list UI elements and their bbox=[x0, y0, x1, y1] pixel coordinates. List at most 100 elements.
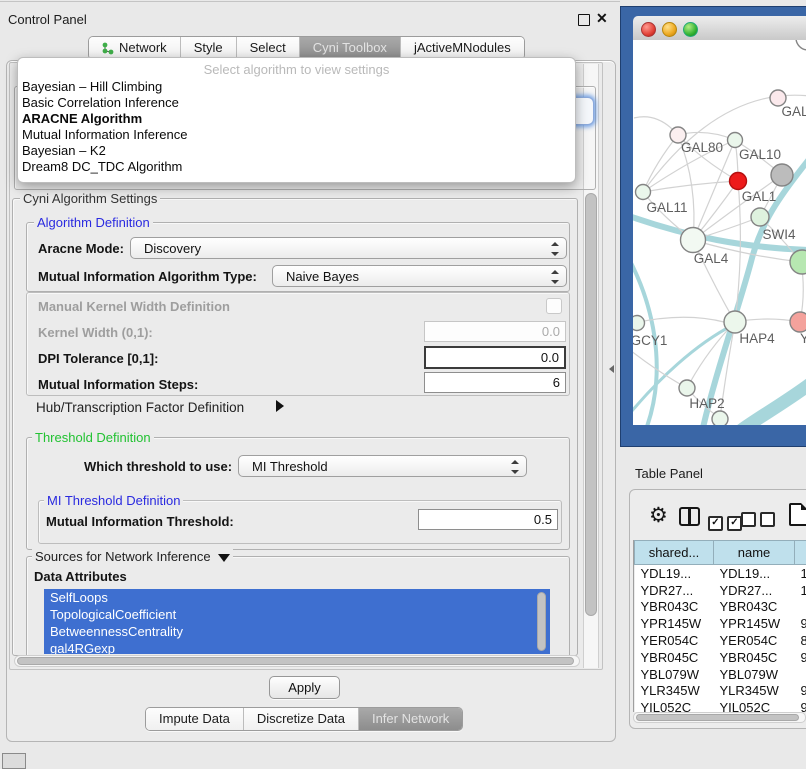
tab-select[interactable]: Select bbox=[236, 37, 299, 59]
tab-network[interactable]: Network bbox=[89, 37, 180, 59]
column-header[interactable] bbox=[795, 541, 806, 565]
column-header[interactable]: name bbox=[714, 541, 795, 565]
zoom-window-icon[interactable] bbox=[683, 22, 698, 37]
algorithm-option[interactable]: Mutual Information Inference bbox=[18, 127, 575, 143]
folded-corner bbox=[801, 503, 806, 510]
tab-infer-network[interactable]: Infer Network bbox=[358, 708, 462, 730]
table-cell: 9. bbox=[795, 615, 806, 632]
algorithm-option[interactable]: ARACNE Algorithm bbox=[18, 111, 575, 127]
table-cell: YBL079W bbox=[714, 666, 795, 683]
attribute-list-scrollbar[interactable] bbox=[537, 592, 546, 651]
network-node-gal11[interactable] bbox=[636, 185, 651, 200]
table-row[interactable]: YIL052CYIL052C9. bbox=[635, 699, 806, 712]
table-cell: 9. bbox=[795, 649, 806, 666]
data-attribute-item[interactable]: gal4RGexp bbox=[44, 640, 550, 654]
close-panel-icon[interactable]: ✕ bbox=[596, 10, 608, 27]
close-window-icon[interactable] bbox=[641, 22, 656, 37]
network-window-titlebar[interactable] bbox=[633, 16, 806, 41]
settings-vscroll-thumb[interactable] bbox=[585, 193, 597, 616]
dpi-tolerance-field[interactable]: 0.0 bbox=[424, 346, 566, 369]
mi-threshold-value: 0.5 bbox=[534, 512, 552, 527]
network-node-y[interactable] bbox=[790, 312, 806, 332]
float-panel-icon[interactable] bbox=[578, 14, 590, 26]
mi-threshold-label: Mutual Information Threshold: bbox=[46, 514, 234, 529]
dpi-tolerance-value: 0.0 bbox=[541, 350, 559, 365]
settings-hscroll-thumb[interactable] bbox=[17, 657, 574, 665]
mi-steps-value: 6 bbox=[553, 375, 560, 390]
hub-definition-expander[interactable]: Hub/Transcription Factor Definition bbox=[36, 400, 244, 415]
table-hscroll-thumb[interactable] bbox=[636, 714, 799, 721]
aracne-mode-combo[interactable]: Discovery bbox=[130, 237, 567, 259]
kernel-width-field[interactable]: 0.0 bbox=[424, 321, 566, 342]
network-node-gal10[interactable] bbox=[728, 133, 743, 148]
table-cell: 13 bbox=[795, 565, 806, 582]
node-label: GAL10 bbox=[739, 147, 781, 162]
gear-icon[interactable]: ⚙ bbox=[649, 503, 668, 528]
table-cell: YBR043C bbox=[714, 599, 795, 616]
combo-arrows-icon bbox=[551, 242, 559, 256]
manual-kernel-checkbox[interactable] bbox=[546, 298, 562, 314]
network-node-gcy1[interactable] bbox=[633, 316, 645, 331]
minimize-window-icon[interactable] bbox=[662, 22, 677, 37]
minimized-panel-grip[interactable] bbox=[2, 753, 26, 769]
threshold-definition-title: Threshold Definition bbox=[32, 430, 154, 445]
column-header[interactable]: shared... bbox=[635, 541, 714, 565]
data-attribute-item[interactable]: TopologicalCoefficient bbox=[44, 606, 550, 623]
table-row[interactable]: YBR045CYBR045C9. bbox=[635, 649, 806, 666]
expander-arrow-down-icon[interactable] bbox=[218, 554, 230, 562]
mi-steps-field[interactable]: 6 bbox=[424, 372, 566, 393]
table-row[interactable]: YLR345WYLR345W9. bbox=[635, 683, 806, 700]
table-row[interactable]: YBL079WYBL079W bbox=[635, 666, 806, 683]
column-divider bbox=[688, 509, 691, 524]
table-row[interactable]: YDL19...YDL19...13 bbox=[635, 565, 806, 582]
node-label: GAL11 bbox=[646, 200, 687, 215]
network-canvas[interactable]: GALGAL80GAL10GAL1GAL11SWI4GAL4GCY1HAP4YH… bbox=[633, 40, 806, 425]
table-row[interactable]: YDR27...YDR27...12 bbox=[635, 582, 806, 599]
tab-style[interactable]: Style bbox=[180, 37, 236, 59]
new-table-file-icon[interactable] bbox=[789, 503, 806, 526]
bottom-tabs: Impute Data Discretize DataInfer Network bbox=[145, 707, 463, 731]
network-node[interactable] bbox=[790, 250, 806, 274]
tab-jactivemnodules[interactable]: jActiveMNodules bbox=[400, 37, 524, 59]
algorithm-option[interactable]: Dream8 DC_TDC Algorithm bbox=[18, 159, 575, 175]
algorithm-option[interactable]: Basic Correlation Inference bbox=[18, 95, 575, 111]
network-node[interactable] bbox=[771, 164, 793, 186]
network-node[interactable] bbox=[796, 40, 806, 50]
tab-label: jActiveMNodules bbox=[414, 37, 511, 59]
table-row[interactable]: YPR145WYPR145W9. bbox=[635, 615, 806, 632]
table-cell bbox=[795, 599, 806, 616]
table-cell: 9. bbox=[795, 683, 806, 700]
algorithm-dropdown-popup: Select algorithm to view settings Bayesi… bbox=[17, 57, 576, 183]
table-row[interactable]: YER054CYER054C8. bbox=[635, 632, 806, 649]
mi-threshold-field[interactable]: 0.5 bbox=[418, 509, 558, 530]
algorithm-option[interactable]: Bayesian – Hill Climbing bbox=[18, 79, 575, 95]
expander-arrow-right-icon[interactable] bbox=[276, 400, 284, 412]
column-layout-icon[interactable] bbox=[679, 507, 700, 526]
node-label: GAL4 bbox=[694, 251, 729, 266]
apply-button[interactable]: Apply bbox=[269, 676, 340, 699]
mi-type-label: Mutual Information Algorithm Type: bbox=[38, 269, 257, 284]
tab-cyni-toolbox[interactable]: Cyni Toolbox bbox=[299, 37, 400, 59]
aracne-mode-label: Aracne Mode: bbox=[38, 241, 124, 256]
tab-label: Impute Data bbox=[159, 708, 230, 730]
splitter-collapse-handle[interactable] bbox=[609, 365, 614, 373]
data-attribute-item[interactable]: BetweennessCentrality bbox=[44, 623, 550, 640]
table-row[interactable]: YBR043CYBR043C bbox=[635, 599, 806, 616]
tab-discretize-data[interactable]: Discretize Data bbox=[243, 708, 358, 730]
which-threshold-value: MI Threshold bbox=[252, 459, 328, 474]
data-attribute-item[interactable]: SelfLoops bbox=[44, 589, 550, 606]
network-node[interactable] bbox=[712, 411, 728, 425]
data-attributes-label: Data Attributes bbox=[34, 569, 127, 584]
network-node-gal4[interactable] bbox=[681, 228, 706, 253]
kernel-width-value: 0.0 bbox=[542, 324, 560, 339]
tab-impute-data[interactable]: Impute Data bbox=[146, 708, 243, 730]
network-node-hap4[interactable] bbox=[724, 311, 746, 333]
deselect-all-checkboxes-icon[interactable] bbox=[741, 512, 779, 532]
network-node-swi4[interactable] bbox=[751, 208, 769, 226]
which-threshold-combo[interactable]: MI Threshold bbox=[238, 455, 527, 477]
mi-steps-label: Mutual Information Steps: bbox=[38, 377, 198, 392]
algorithm-option[interactable]: Bayesian – K2 bbox=[18, 143, 575, 159]
network-node-gal1[interactable] bbox=[730, 173, 747, 190]
network-node-hap2[interactable] bbox=[679, 380, 695, 396]
mi-type-combo[interactable]: Naive Bayes bbox=[272, 265, 567, 287]
